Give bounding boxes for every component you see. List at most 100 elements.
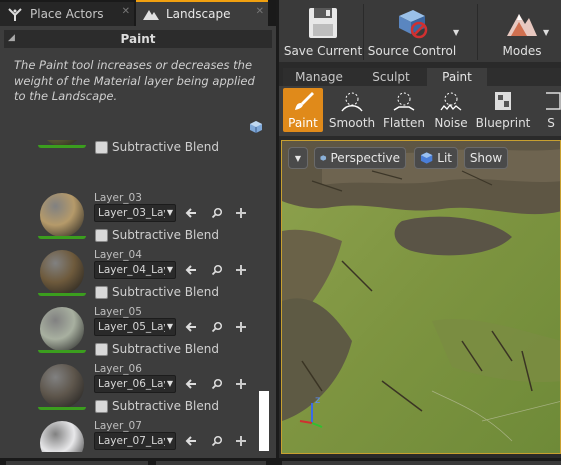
subtractive-blend-checkbox[interactable] (95, 286, 108, 299)
layer-list-scrollbar[interactable] (259, 391, 269, 451)
subtractive-blend-checkbox[interactable] (95, 343, 108, 356)
layer-weight-bar (38, 145, 86, 148)
use-selected-arrow-icon[interactable] (184, 434, 198, 448)
use-selected-arrow-icon[interactable] (184, 320, 198, 334)
layer-name: Layer_03 (94, 192, 142, 204)
tab-place-actors[interactable]: Place Actors ✕ (0, 2, 134, 26)
layer-info-value: Layer_04_Lay (98, 264, 170, 276)
add-layer-icon[interactable] (234, 263, 248, 277)
toolbar-separator (477, 4, 478, 60)
paint-section-title: Paint (120, 32, 156, 46)
source-control-dropdown-icon[interactable]: ▼ (453, 28, 459, 37)
subtractive-blend-checkbox[interactable] (95, 229, 108, 242)
landscape-icon (142, 6, 160, 22)
tab-landscape[interactable]: Landscape ✕ (136, 0, 268, 26)
layer-weight-bar (38, 350, 86, 353)
close-icon[interactable]: ✕ (122, 6, 130, 17)
layer-row[interactable]: Layer_06 Layer_06_Lay ▼ Subtractive Blend (24, 362, 256, 419)
tab-paint[interactable]: Paint (427, 68, 487, 86)
layer-info-value: Layer_05_Lay (98, 321, 170, 333)
flatten-tool-button[interactable]: Flatten (381, 88, 427, 132)
layer-name: Layer_05 (94, 306, 142, 318)
browse-search-icon[interactable] (210, 263, 224, 277)
layer-row[interactable]: Layer_07Layer_07_Lay▼Subtractive Blend (24, 419, 256, 452)
layer-info-select[interactable]: Layer_07_Lay ▼ (94, 432, 176, 450)
subtractive-blend-checkbox[interactable] (95, 400, 108, 413)
layer-row[interactable]: Layer_03 Layer_03_Lay ▼ Subtractive Blend (24, 191, 256, 248)
layer-cube-icon[interactable] (249, 120, 263, 134)
bottom-tab[interactable] (6, 461, 148, 465)
use-selected-arrow-icon[interactable] (184, 263, 198, 277)
save-current-button[interactable]: Save Current (284, 4, 362, 60)
add-layer-icon[interactable] (234, 377, 248, 391)
paint-tools-bar: Paint Smooth Flatten Noise Blueprint S (279, 86, 561, 136)
layer-weight-bar (38, 236, 86, 239)
bottom-tab[interactable] (156, 461, 266, 465)
add-layer-icon[interactable] (234, 206, 248, 220)
tab-sculpt[interactable]: Sculpt (357, 68, 425, 86)
use-selected-arrow-icon[interactable] (184, 206, 198, 220)
flatten-tool-label: Flatten (383, 116, 425, 130)
main-toolbar: Save Current Source Control ▼ Modes ▼ (279, 0, 561, 62)
subtractive-blend-checkbox[interactable] (95, 141, 108, 154)
level-viewport[interactable]: ▼ Perspective Lit Show z (281, 140, 561, 454)
axis-z-label: z (315, 395, 320, 406)
chevron-down-icon: ▼ (164, 376, 173, 392)
layer-row[interactable]: Subtractive Blend (24, 140, 256, 191)
modes-label: Modes (502, 44, 542, 58)
layer-info-select[interactable]: Layer_04_Lay ▼ (94, 261, 176, 279)
chevron-down-icon: ▼ (164, 433, 173, 449)
browse-search-icon[interactable] (210, 434, 224, 448)
landscape-mode-tabs: Manage Sculpt Paint (283, 68, 561, 86)
browse-search-icon[interactable] (210, 206, 224, 220)
material-ball-icon (40, 307, 84, 351)
subtractive-blend-label: Subtractive Blend (112, 285, 219, 299)
viewport-options-button[interactable]: ▼ (288, 147, 308, 169)
layer-info-select[interactable]: Layer_03_Lay ▼ (94, 204, 176, 222)
next-tool-button[interactable]: S (541, 88, 561, 132)
collapse-arrow-icon[interactable]: ◢ (8, 33, 15, 43)
lit-button[interactable]: Lit (414, 147, 458, 169)
smooth-tool-button[interactable]: Smooth (329, 88, 375, 132)
blueprint-icon (495, 92, 511, 110)
subtractive-blend-label: Subtractive Blend (112, 228, 219, 242)
chevron-down-icon: ▼ (164, 262, 173, 278)
subtractive-blend-label: Subtractive Blend (112, 399, 219, 413)
blueprint-tool-button[interactable]: Blueprint (475, 88, 531, 132)
toolbar-separator (363, 4, 364, 60)
noise-tool-button[interactable]: Noise (433, 88, 469, 132)
source-control-button[interactable]: Source Control (367, 4, 457, 60)
layer-info-select[interactable]: Layer_06_Lay ▼ (94, 375, 176, 393)
close-icon[interactable]: ✕ (256, 6, 264, 17)
layer-row[interactable]: Layer_05 Layer_05_Lay ▼ Subtractive Blend (24, 305, 256, 362)
bottom-tab-strip (0, 458, 561, 465)
tab-manage[interactable]: Manage (283, 68, 355, 86)
smooth-icon (341, 92, 363, 112)
browse-search-icon[interactable] (210, 320, 224, 334)
chevron-down-icon: ▼ (164, 319, 173, 335)
use-selected-arrow-icon[interactable] (184, 377, 198, 391)
material-ball-icon (40, 364, 84, 408)
modes-icon (507, 14, 537, 36)
lit-icon (420, 152, 433, 164)
smooth-tool-label: Smooth (328, 116, 376, 130)
layer-name: Layer_04 (94, 249, 142, 261)
axis-gizmo-icon: z (299, 395, 323, 428)
layer-weight-bar (38, 293, 86, 296)
layer-thumbnail (38, 191, 86, 239)
layer-thumbnail (38, 362, 86, 410)
place-actors-icon (6, 6, 24, 22)
save-icon (309, 8, 337, 38)
show-button[interactable]: Show (464, 147, 508, 169)
perspective-button[interactable]: Perspective (314, 147, 406, 169)
add-layer-icon[interactable] (234, 320, 248, 334)
modes-dropdown-icon[interactable]: ▼ (543, 28, 549, 37)
browse-search-icon[interactable] (210, 377, 224, 391)
layer-info-select[interactable]: Layer_05_Lay ▼ (94, 318, 176, 336)
add-layer-icon[interactable] (234, 434, 248, 448)
layer-row[interactable]: Layer_04 Layer_04_Lay ▼ Subtractive Blend (24, 248, 256, 305)
blueprint-tool-label: Blueprint (475, 116, 531, 130)
paint-section-header[interactable]: ◢ Paint (4, 30, 272, 48)
paint-tool-button[interactable]: Paint (283, 88, 323, 132)
bottom-tab[interactable] (282, 461, 561, 465)
